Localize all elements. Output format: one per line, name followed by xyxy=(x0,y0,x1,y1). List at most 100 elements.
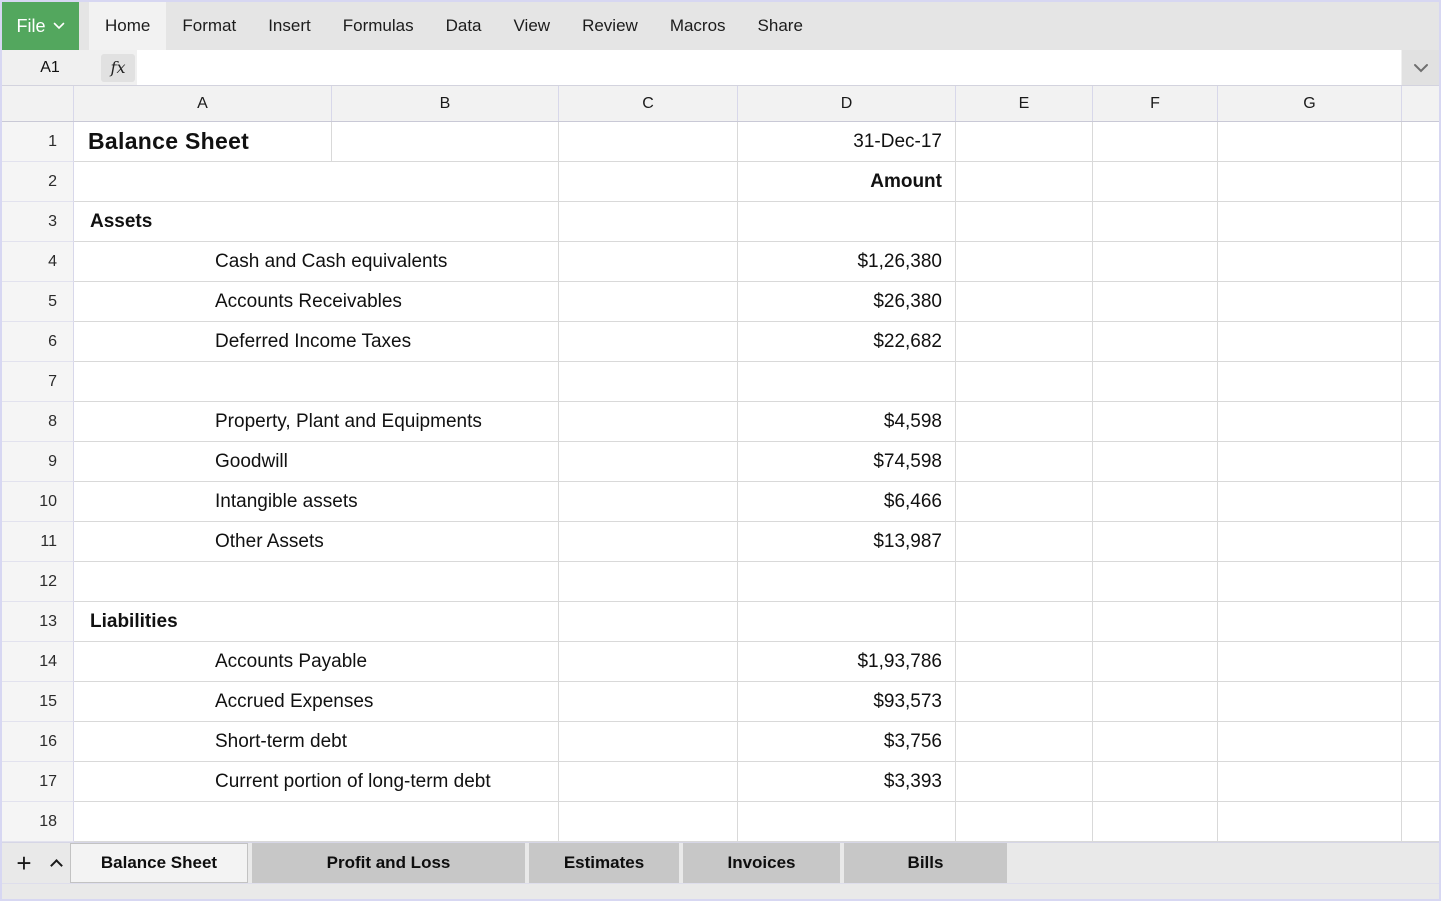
cell-name-box[interactable]: A1 xyxy=(2,50,98,85)
row-header-11[interactable]: 11 xyxy=(2,522,74,562)
cell-F8[interactable] xyxy=(1093,402,1218,442)
cell-A11[interactable]: Other Assets xyxy=(74,522,559,562)
formula-bar-expand-button[interactable] xyxy=(1402,50,1439,85)
cell-H7[interactable] xyxy=(1402,362,1439,402)
cell-H17[interactable] xyxy=(1402,762,1439,802)
cell-C1[interactable] xyxy=(559,122,738,162)
row-header-2[interactable]: 2 xyxy=(2,162,74,202)
cell-E3[interactable] xyxy=(956,202,1093,242)
cell-H6[interactable] xyxy=(1402,322,1439,362)
cell-A17[interactable]: Current portion of long-term debt xyxy=(74,762,559,802)
menu-item-view[interactable]: View xyxy=(498,2,567,50)
cell-D2[interactable]: Amount xyxy=(738,162,956,202)
add-sheet-button[interactable]: + xyxy=(6,845,42,881)
cell-H11[interactable] xyxy=(1402,522,1439,562)
cell-C6[interactable] xyxy=(559,322,738,362)
cell-G16[interactable] xyxy=(1218,722,1402,762)
cell-G17[interactable] xyxy=(1218,762,1402,802)
row-header-10[interactable]: 10 xyxy=(2,482,74,522)
cell-G9[interactable] xyxy=(1218,442,1402,482)
cell-C4[interactable] xyxy=(559,242,738,282)
cell-F18[interactable] xyxy=(1093,802,1218,842)
cell-G13[interactable] xyxy=(1218,602,1402,642)
cell-D3[interactable] xyxy=(738,202,956,242)
row-header-7[interactable]: 7 xyxy=(2,362,74,402)
cell-F7[interactable] xyxy=(1093,362,1218,402)
cell-A8[interactable]: Property, Plant and Equipments xyxy=(74,402,559,442)
column-header-E[interactable]: E xyxy=(956,86,1093,121)
cell-H9[interactable] xyxy=(1402,442,1439,482)
row-header-17[interactable]: 17 xyxy=(2,762,74,802)
cell-G18[interactable] xyxy=(1218,802,1402,842)
cell-F10[interactable] xyxy=(1093,482,1218,522)
column-header-G[interactable]: G xyxy=(1218,86,1402,121)
menu-item-share[interactable]: Share xyxy=(742,2,819,50)
menu-item-data[interactable]: Data xyxy=(430,2,498,50)
cell-F16[interactable] xyxy=(1093,722,1218,762)
cell-C16[interactable] xyxy=(559,722,738,762)
cell-G2[interactable] xyxy=(1218,162,1402,202)
row-header-9[interactable]: 9 xyxy=(2,442,74,482)
cell-H15[interactable] xyxy=(1402,682,1439,722)
cell-A16[interactable]: Short-term debt xyxy=(74,722,559,762)
cell-E1[interactable] xyxy=(956,122,1093,162)
cell-D18[interactable] xyxy=(738,802,956,842)
cell-F6[interactable] xyxy=(1093,322,1218,362)
cell-C14[interactable] xyxy=(559,642,738,682)
cell-D1[interactable]: 31-Dec-17 xyxy=(738,122,956,162)
row-header-5[interactable]: 5 xyxy=(2,282,74,322)
cell-A2[interactable] xyxy=(74,162,559,202)
cell-A6[interactable]: Deferred Income Taxes xyxy=(74,322,559,362)
row-header-1[interactable]: 1 xyxy=(2,122,74,162)
cell-G4[interactable] xyxy=(1218,242,1402,282)
cell-C15[interactable] xyxy=(559,682,738,722)
row-header-12[interactable]: 12 xyxy=(2,562,74,602)
cell-A3[interactable]: Assets xyxy=(74,202,559,242)
cell-E13[interactable] xyxy=(956,602,1093,642)
cell-F5[interactable] xyxy=(1093,282,1218,322)
cell-H8[interactable] xyxy=(1402,402,1439,442)
column-header-D[interactable]: D xyxy=(738,86,956,121)
cell-C9[interactable] xyxy=(559,442,738,482)
cell-E4[interactable] xyxy=(956,242,1093,282)
cell-H3[interactable] xyxy=(1402,202,1439,242)
cell-H18[interactable] xyxy=(1402,802,1439,842)
cell-D17[interactable]: $3,393 xyxy=(738,762,956,802)
cell-A14[interactable]: Accounts Payable xyxy=(74,642,559,682)
cell-F4[interactable] xyxy=(1093,242,1218,282)
cell-F2[interactable] xyxy=(1093,162,1218,202)
cell-D11[interactable]: $13,987 xyxy=(738,522,956,562)
cell-D6[interactable]: $22,682 xyxy=(738,322,956,362)
cell-G11[interactable] xyxy=(1218,522,1402,562)
cell-A9[interactable]: Goodwill xyxy=(74,442,559,482)
cell-C10[interactable] xyxy=(559,482,738,522)
cell-D10[interactable]: $6,466 xyxy=(738,482,956,522)
cell-C2[interactable] xyxy=(559,162,738,202)
cell-H13[interactable] xyxy=(1402,602,1439,642)
cell-G5[interactable] xyxy=(1218,282,1402,322)
cell-C7[interactable] xyxy=(559,362,738,402)
cell-F3[interactable] xyxy=(1093,202,1218,242)
cell-C3[interactable] xyxy=(559,202,738,242)
cell-G12[interactable] xyxy=(1218,562,1402,602)
cell-C17[interactable] xyxy=(559,762,738,802)
cell-D13[interactable] xyxy=(738,602,956,642)
cell-H1[interactable] xyxy=(1402,122,1439,162)
cell-G6[interactable] xyxy=(1218,322,1402,362)
cell-D8[interactable]: $4,598 xyxy=(738,402,956,442)
cell-D5[interactable]: $26,380 xyxy=(738,282,956,322)
cell-A18[interactable] xyxy=(74,802,559,842)
cell-E18[interactable] xyxy=(956,802,1093,842)
cell-H2[interactable] xyxy=(1402,162,1439,202)
cell-F14[interactable] xyxy=(1093,642,1218,682)
cell-A10[interactable]: Intangible assets xyxy=(74,482,559,522)
cell-G1[interactable] xyxy=(1218,122,1402,162)
menu-item-review[interactable]: Review xyxy=(566,2,654,50)
cell-G14[interactable] xyxy=(1218,642,1402,682)
sheet-tab-invoices[interactable]: Invoices xyxy=(683,843,840,883)
cell-D4[interactable]: $1,26,380 xyxy=(738,242,956,282)
sheet-tab-balance-sheet[interactable]: Balance Sheet xyxy=(70,843,248,883)
cell-A12[interactable] xyxy=(74,562,559,602)
menu-item-insert[interactable]: Insert xyxy=(252,2,327,50)
cell-A5[interactable]: Accounts Receivables xyxy=(74,282,559,322)
